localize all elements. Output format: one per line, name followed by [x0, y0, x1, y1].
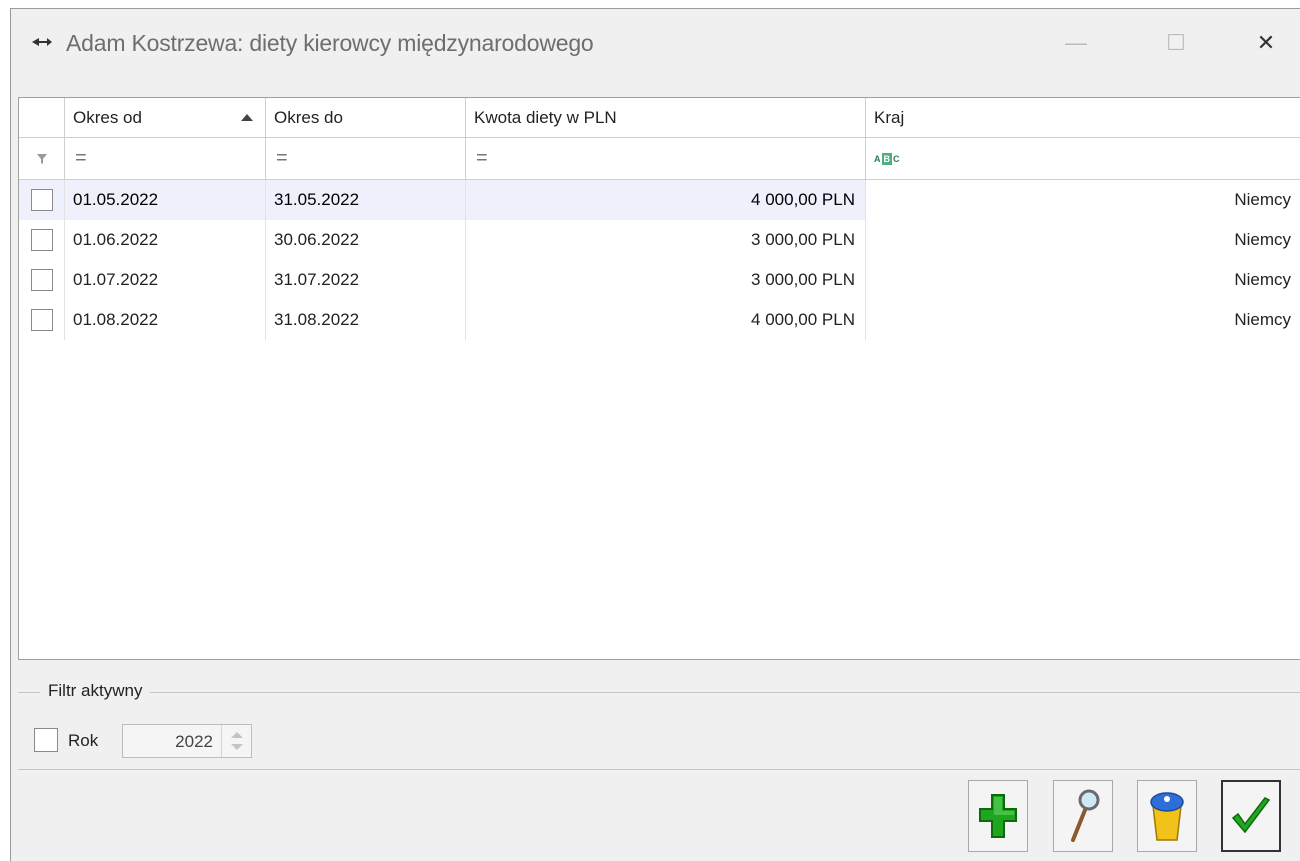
abc-text-filter-icon: ABC [874, 152, 900, 165]
filter-kwota[interactable]: = [466, 138, 866, 179]
table-row[interactable]: 01.08.2022 31.08.2022 4 000,00 PLN Niemc… [19, 300, 1300, 340]
magnifier-icon [1071, 789, 1100, 842]
table-row[interactable]: 01.05.2022 31.05.2022 4 000,00 PLN Niemc… [19, 180, 1300, 220]
cell-kraj: Niemcy [866, 220, 1300, 260]
cell-kraj: Niemcy [866, 260, 1300, 300]
rok-checkbox[interactable] [34, 728, 58, 752]
header-kwota[interactable]: Kwota diety w PLN [466, 98, 866, 137]
cell-kraj: Niemcy [866, 300, 1300, 340]
spin-down-icon[interactable] [231, 744, 243, 750]
rok-spinner[interactable]: 2022 [122, 724, 252, 758]
cell-okres-do: 31.05.2022 [266, 180, 466, 220]
table-row[interactable]: 01.07.2022 31.07.2022 3 000,00 PLN Niemc… [19, 260, 1300, 300]
header-select-column [19, 98, 65, 137]
close-button[interactable]: ✕ [1241, 23, 1291, 63]
rok-label: Rok [68, 731, 99, 750]
green-plus-icon [979, 794, 1017, 838]
cell-kwota: 3 000,00 PLN [466, 220, 866, 260]
row-checkbox[interactable] [30, 229, 53, 251]
green-checkmark-icon [1231, 797, 1271, 834]
add-button[interactable] [968, 780, 1028, 852]
header-okres-od[interactable]: Okres od [65, 98, 266, 137]
row-select-cell[interactable] [19, 180, 65, 220]
title-bar: Adam Kostrzewa: diety kierowcy międzynar… [11, 9, 1300, 79]
cell-kwota: 4 000,00 PLN [466, 180, 866, 220]
sort-ascending-icon [241, 114, 253, 121]
filter-okres-od[interactable]: = [65, 138, 266, 179]
table-row[interactable]: 01.06.2022 30.06.2022 3 000,00 PLN Niemc… [19, 220, 1300, 260]
dialog-window: Adam Kostrzewa: diety kierowcy międzynar… [10, 8, 1300, 861]
header-label: Kraj [874, 107, 905, 127]
row-checkbox[interactable] [30, 269, 53, 291]
header-okres-do[interactable]: Okres do [266, 98, 466, 137]
maximize-button[interactable]: ☐ [1151, 23, 1201, 63]
ok-button[interactable] [1221, 780, 1281, 852]
trash-bin-icon [1150, 792, 1184, 841]
cell-kwota: 4 000,00 PLN [466, 300, 866, 340]
cell-okres-do: 30.06.2022 [266, 220, 466, 260]
spin-up-icon[interactable] [231, 732, 243, 738]
app-arrow-icon [32, 38, 52, 46]
row-checkbox[interactable] [30, 189, 53, 211]
filter-kraj[interactable]: ABC [866, 138, 1300, 179]
view-button[interactable] [1053, 780, 1113, 852]
row-select-cell[interactable] [19, 300, 65, 340]
minimize-button[interactable]: — [1051, 23, 1101, 63]
cell-okres-od: 01.08.2022 [65, 300, 266, 340]
row-select-cell[interactable] [19, 260, 65, 300]
cell-kwota: 3 000,00 PLN [466, 260, 866, 300]
grid-header-row: Okres od Okres do Kwota diety w PLN Kraj [19, 98, 1300, 138]
cell-okres-od: 01.06.2022 [65, 220, 266, 260]
filter-group: Filtr aktywny Rok 2022 [18, 681, 1300, 770]
cell-okres-do: 31.08.2022 [266, 300, 466, 340]
rok-value: 2022 [175, 732, 213, 751]
header-kraj[interactable]: Kraj [866, 98, 1300, 137]
row-select-cell[interactable] [19, 220, 65, 260]
cell-okres-od: 01.07.2022 [65, 260, 266, 300]
header-label: Okres od [73, 107, 142, 127]
cell-kraj: Niemcy [866, 180, 1300, 220]
funnel-icon [36, 153, 47, 164]
row-checkbox[interactable] [30, 309, 53, 331]
header-label: Okres do [274, 107, 343, 127]
delete-button[interactable] [1137, 780, 1197, 852]
grid-filter-row: = = = ABC [19, 138, 1300, 180]
cell-okres-do: 31.07.2022 [266, 260, 466, 300]
window-title: Adam Kostrzewa: diety kierowcy międzynar… [66, 30, 594, 56]
filter-okres-do[interactable]: = [266, 138, 466, 179]
header-label: Kwota diety w PLN [474, 107, 617, 127]
spinner-buttons [221, 725, 251, 757]
filter-legend: Filtr aktywny [40, 681, 151, 701]
filter-funnel-cell[interactable] [19, 138, 65, 179]
diety-grid[interactable]: Okres od Okres do Kwota diety w PLN Kraj… [18, 97, 1300, 660]
cell-okres-od: 01.05.2022 [65, 180, 266, 220]
